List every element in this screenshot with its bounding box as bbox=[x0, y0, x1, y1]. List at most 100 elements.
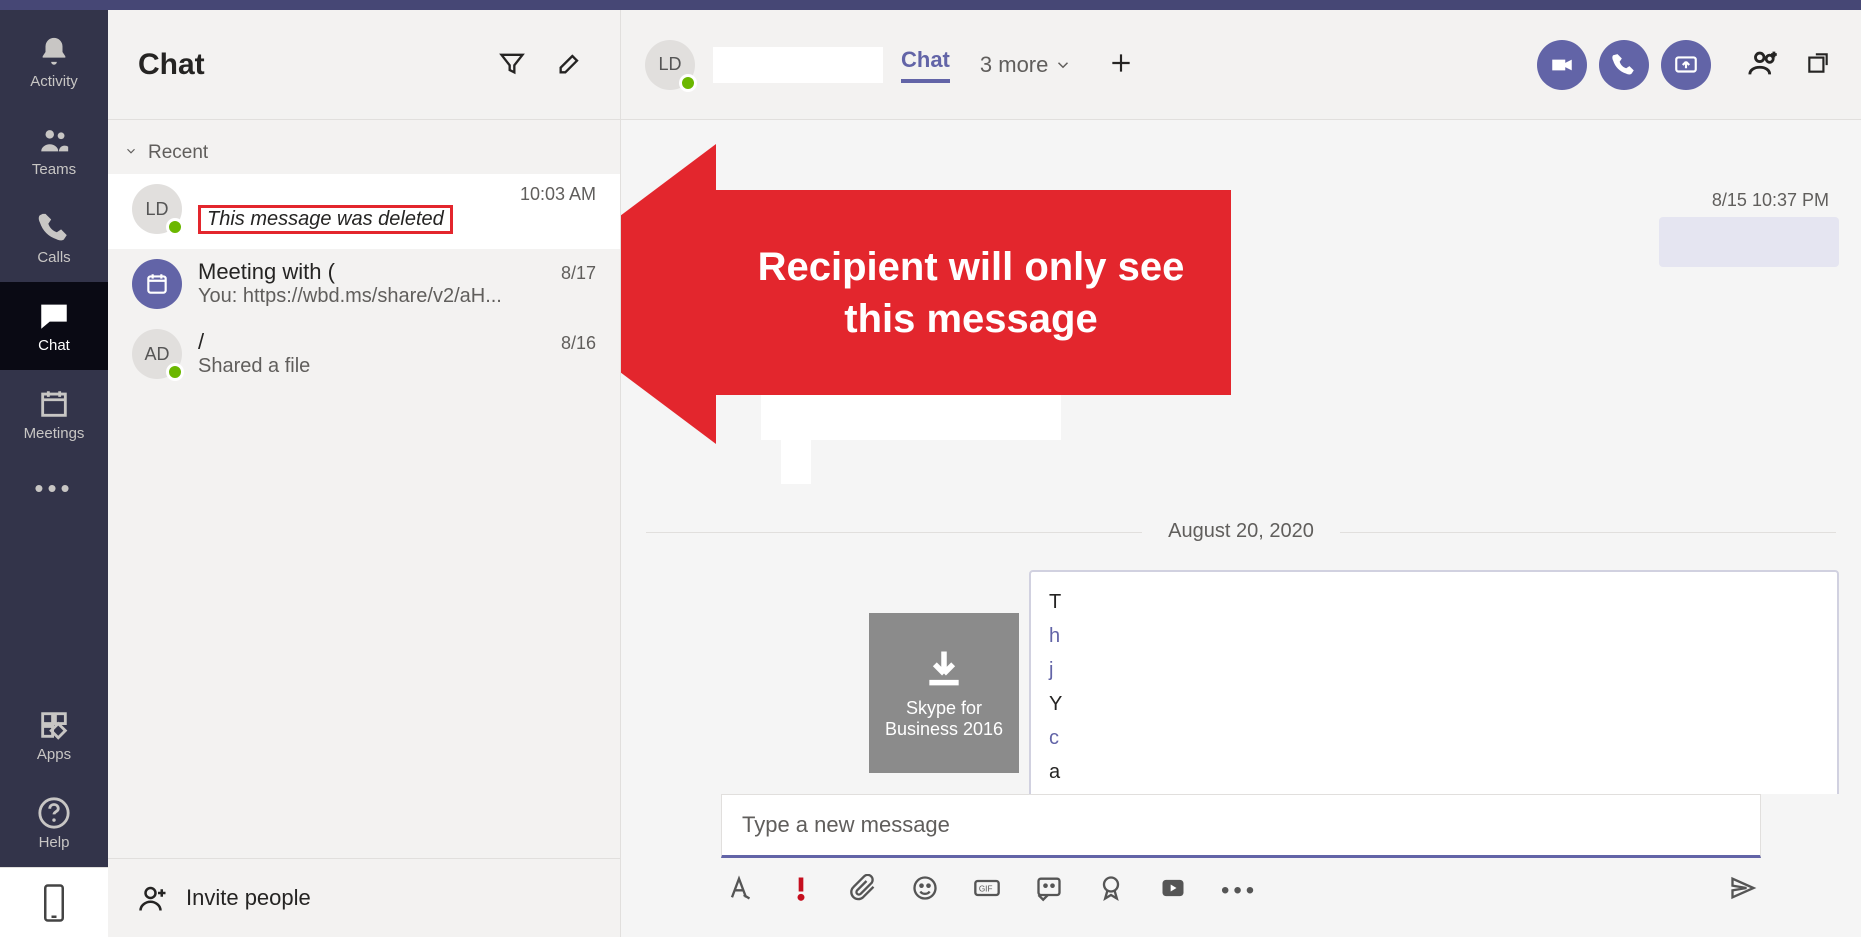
apps-icon bbox=[37, 708, 71, 742]
chat-list-header: Chat bbox=[108, 10, 620, 120]
download-overlay[interactable]: Skype for Business 2016 bbox=[869, 613, 1019, 773]
format-icon bbox=[725, 874, 753, 902]
chat-preview: You: https://wbd.ms/share/v2/aH... bbox=[198, 285, 502, 307]
chevron-down-icon bbox=[124, 142, 138, 164]
rail-label: Activity bbox=[30, 73, 78, 90]
rail-meetings[interactable]: Meetings bbox=[0, 370, 108, 458]
tab-chat[interactable]: Chat bbox=[901, 47, 950, 83]
invite-label: Invite people bbox=[186, 885, 311, 911]
chat-preview-deleted: This message was deleted bbox=[198, 205, 453, 234]
send-button[interactable] bbox=[1729, 874, 1757, 907]
conversation-panel: LD Chat 3 more bbox=[621, 10, 1861, 937]
chat-name: Meeting with ( bbox=[198, 259, 335, 285]
chat-timestamp: 10:03 AM bbox=[520, 184, 596, 205]
message-list[interactable]: 8/15 10:37 PM August 20, 2020 T h j Y c … bbox=[621, 120, 1861, 794]
bell-icon bbox=[37, 35, 71, 69]
mobile-icon bbox=[39, 883, 69, 923]
chevron-down-icon bbox=[1054, 56, 1072, 74]
redaction-block bbox=[761, 370, 1061, 440]
svg-text:GIF: GIF bbox=[979, 885, 993, 894]
sticker-button[interactable] bbox=[1035, 874, 1063, 907]
paperclip-icon bbox=[849, 874, 877, 902]
video-icon bbox=[1549, 52, 1575, 78]
share-screen-icon bbox=[1673, 52, 1699, 78]
tabs-more[interactable]: 3 more bbox=[980, 52, 1072, 78]
rail-help[interactable]: Help bbox=[0, 779, 108, 867]
chat-list-title: Chat bbox=[138, 48, 205, 82]
avatar: LD bbox=[645, 40, 695, 90]
chat-list-panel: Chat Recent LD 10:03 bbox=[108, 10, 621, 937]
sticker-icon bbox=[1035, 874, 1063, 902]
avatar: LD bbox=[132, 184, 182, 234]
invite-icon bbox=[138, 883, 168, 913]
rail-label: Apps bbox=[37, 746, 71, 763]
people-add-icon bbox=[1747, 46, 1781, 80]
add-tab-button[interactable] bbox=[1102, 44, 1140, 85]
download-icon bbox=[922, 646, 966, 690]
attach-button[interactable] bbox=[849, 874, 877, 907]
message-input[interactable]: Type a new message bbox=[721, 794, 1761, 858]
rail-label: Calls bbox=[37, 249, 70, 266]
filter-button[interactable] bbox=[492, 43, 532, 86]
rail-activity[interactable]: Activity bbox=[0, 18, 108, 106]
message-timestamp: 8/15 10:37 PM bbox=[1659, 190, 1839, 211]
stream-button[interactable] bbox=[1159, 874, 1187, 907]
invite-people-button[interactable]: Invite people bbox=[108, 858, 620, 937]
teams-icon bbox=[37, 123, 71, 157]
gif-icon: GIF bbox=[973, 874, 1001, 902]
popout-icon bbox=[1805, 46, 1831, 80]
praise-button[interactable] bbox=[1097, 874, 1125, 907]
video-square-icon bbox=[1159, 874, 1187, 902]
message-outgoing: 8/15 10:37 PM bbox=[1659, 190, 1839, 272]
help-icon bbox=[37, 796, 71, 830]
presence-available-icon bbox=[166, 218, 184, 236]
compose-toolbar: GIF ••• bbox=[721, 858, 1761, 907]
filter-icon bbox=[498, 49, 526, 77]
chat-preview: Shared a file bbox=[198, 355, 310, 377]
date-separator: August 20, 2020 bbox=[621, 520, 1861, 543]
chat-list-item[interactable]: AD / 8/16 Shared a file bbox=[108, 319, 620, 389]
download-label: Skype for Business 2016 bbox=[877, 698, 1011, 740]
ellipsis-icon: ••• bbox=[34, 473, 73, 504]
phone-icon bbox=[37, 211, 71, 245]
contact-name bbox=[713, 47, 883, 83]
rail-chat[interactable]: Chat bbox=[0, 282, 108, 370]
format-button[interactable] bbox=[725, 874, 753, 907]
badge-icon bbox=[1097, 874, 1125, 902]
priority-button[interactable] bbox=[787, 874, 815, 907]
app-rail: Activity Teams Calls Chat Meetings ••• A… bbox=[0, 10, 108, 937]
rail-label: Help bbox=[39, 834, 70, 851]
popout-button[interactable] bbox=[1799, 40, 1837, 89]
rail-label: Chat bbox=[38, 337, 70, 354]
section-label-text: Recent bbox=[148, 142, 208, 164]
rail-more[interactable]: ••• bbox=[0, 458, 108, 518]
add-people-button[interactable] bbox=[1741, 40, 1787, 89]
rail-apps[interactable]: Apps bbox=[0, 691, 108, 779]
gif-button[interactable]: GIF bbox=[973, 874, 1001, 907]
chat-icon bbox=[37, 299, 71, 333]
section-recent[interactable]: Recent bbox=[108, 120, 620, 174]
chat-timestamp: 8/17 bbox=[561, 263, 596, 284]
video-call-button[interactable] bbox=[1537, 40, 1587, 90]
emoji-button[interactable] bbox=[911, 874, 939, 907]
rail-calls[interactable]: Calls bbox=[0, 194, 108, 282]
ellipsis-icon: ••• bbox=[1221, 877, 1258, 904]
compose-icon bbox=[556, 49, 584, 77]
share-screen-button[interactable] bbox=[1661, 40, 1711, 90]
message-card[interactable]: T h j Y c a k bbox=[1029, 570, 1839, 794]
calendar-icon bbox=[37, 387, 71, 421]
compose-area: Skype for Business 2016 Type a new messa… bbox=[621, 794, 1861, 937]
audio-call-button[interactable] bbox=[1599, 40, 1649, 90]
rail-label: Meetings bbox=[24, 425, 85, 442]
chat-list-item[interactable]: Meeting with ( 8/17 You: https://wbd.ms/… bbox=[108, 249, 620, 319]
message-bubble[interactable] bbox=[1659, 217, 1839, 267]
chat-name: / bbox=[198, 329, 204, 355]
rail-teams[interactable]: Teams bbox=[0, 106, 108, 194]
window-titlebar bbox=[0, 0, 1861, 10]
chat-list-item[interactable]: LD 10:03 AM This message was deleted bbox=[108, 174, 620, 249]
new-chat-button[interactable] bbox=[550, 43, 590, 86]
presence-available-icon bbox=[166, 363, 184, 381]
arrow-head-icon bbox=[621, 144, 716, 444]
rail-mobile[interactable] bbox=[0, 867, 108, 937]
more-button[interactable]: ••• bbox=[1221, 877, 1258, 905]
